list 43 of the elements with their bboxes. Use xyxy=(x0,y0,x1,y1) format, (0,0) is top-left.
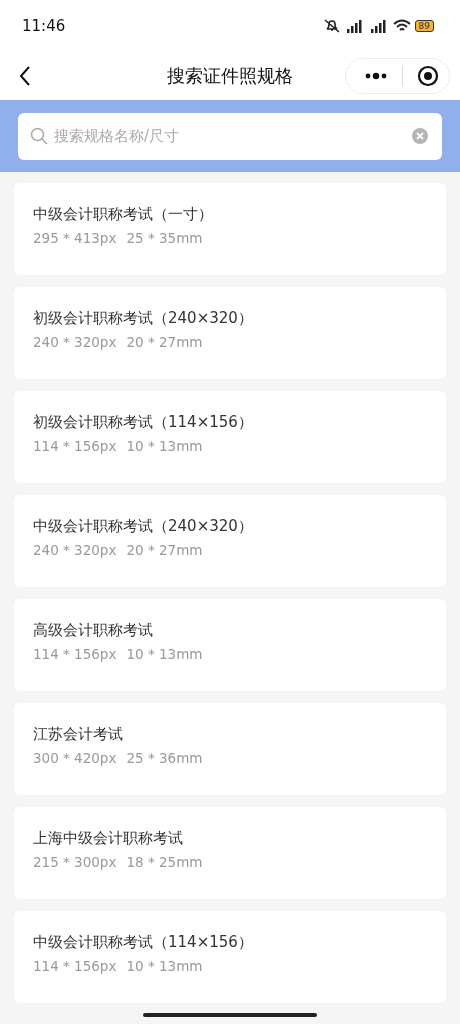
spec-card[interactable]: 中级会计职称考试（240×320） 240 * 320px 20 * 27mm xyxy=(14,495,446,587)
spec-name: 初级会计职称考试（240×320） xyxy=(33,309,254,328)
pixel-size: 240 * 320px xyxy=(33,542,117,558)
print-size: 25 * 36mm xyxy=(126,750,203,766)
print-size: 10 * 13mm xyxy=(126,958,203,974)
spec-card[interactable]: 高级会计职称考试 114 * 156px 10 * 13mm xyxy=(14,599,446,691)
battery-level: 89 xyxy=(414,20,434,32)
print-size: 18 * 25mm xyxy=(126,854,203,870)
spec-name: 中级会计职称考试（240×320） xyxy=(33,517,254,536)
page-title: 搜索证件照规格 xyxy=(167,64,293,88)
pixel-size: 114 * 156px xyxy=(33,438,117,454)
spec-name: 高级会计职称考试 xyxy=(33,621,154,640)
signal-icon xyxy=(344,19,365,33)
more-icon[interactable] xyxy=(364,72,388,80)
print-size: 20 * 27mm xyxy=(126,542,203,558)
signal-icon xyxy=(368,19,389,33)
print-size: 10 * 13mm xyxy=(126,646,203,662)
pixel-size: 240 * 320px xyxy=(33,334,117,350)
pixel-size: 114 * 156px xyxy=(33,646,117,662)
mute-icon xyxy=(322,19,341,33)
spec-card[interactable]: 中级会计职称考试（一寸） 295 * 413px 25 * 35mm xyxy=(14,183,446,275)
spec-card[interactable]: 江苏会计考试 300 * 420px 25 * 36mm xyxy=(14,703,446,795)
back-icon[interactable] xyxy=(18,65,32,87)
spec-name: 上海中级会计职称考试 xyxy=(33,829,184,848)
spec-name: 初级会计职称考试（114×156） xyxy=(33,413,254,432)
status-time: 11:46 xyxy=(22,17,66,35)
pixel-size: 114 * 156px xyxy=(33,958,117,974)
spec-name: 江苏会计考试 xyxy=(33,725,124,744)
print-size: 20 * 27mm xyxy=(126,334,203,350)
pixel-size: 295 * 413px xyxy=(33,230,117,246)
spec-card[interactable]: 上海中级会计职称考试 215 * 300px 18 * 25mm xyxy=(14,807,446,899)
print-size: 25 * 35mm xyxy=(126,230,203,246)
wifi-icon xyxy=(392,19,411,33)
spec-card[interactable]: 初级会计职称考试（114×156） 114 * 156px 10 * 13mm xyxy=(14,391,446,483)
print-size: 10 * 13mm xyxy=(126,438,203,454)
search-field[interactable]: 搜索规格名称/尺寸 xyxy=(18,112,442,160)
spec-card[interactable]: 初级会计职称考试（240×320） 240 * 320px 20 * 27mm xyxy=(14,287,446,379)
spec-name: 中级会计职称考试（一寸） xyxy=(33,205,214,224)
spec-card[interactable]: 中级会计职称考试（114×156） 114 * 156px 10 * 13mm xyxy=(14,911,446,1003)
spec-name: 中级会计职称考试（114×156） xyxy=(33,933,254,952)
pixel-size: 300 * 420px xyxy=(33,750,117,766)
pixel-size: 215 * 300px xyxy=(33,854,117,870)
search-icon xyxy=(30,126,48,145)
